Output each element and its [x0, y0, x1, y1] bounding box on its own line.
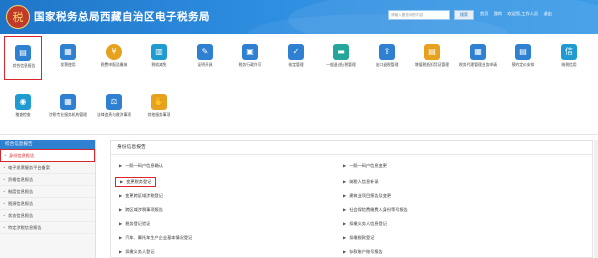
welcome-text: 欢迎您,工作人员: [507, 11, 539, 16]
triangle-right-icon: ▶: [119, 207, 123, 212]
menu-tile-certificate[interactable]: ✎ 证明开具: [186, 36, 224, 80]
handshake-icon: ✋: [151, 94, 167, 110]
top-links: 首页 我的 欢迎您,工作人员 退出: [480, 11, 556, 17]
list-item[interactable]: ▶ 变更跨区域涉税登记: [119, 193, 163, 199]
triangle-right-icon: ▶: [119, 221, 123, 226]
agent-icon: ▦: [470, 44, 486, 60]
menu-tile-reduction[interactable]: ▥ 税收减免: [140, 36, 178, 80]
list-item[interactable]: ▶ 建筑业项目报告及变更: [343, 193, 391, 199]
scrollbar[interactable]: [594, 140, 598, 258]
list-item[interactable]: ▶ 汽车、摩托车生产企业基本情况登记: [119, 235, 192, 241]
permit-icon: ▣: [242, 44, 258, 60]
list-item[interactable]: ▶ 跨区域涉税事项报告: [119, 207, 163, 213]
credit-icon: 信: [561, 44, 577, 60]
menu-tile-verify[interactable]: ✓ 核定管理: [277, 36, 315, 80]
triangle-right-icon: ▶: [119, 235, 123, 240]
sidebar-title: 综合信息报告: [0, 140, 95, 149]
triangle-right-icon: ▶: [120, 179, 124, 184]
list-item[interactable]: ▶ 社会保险费缴费人身份等号报告: [343, 207, 408, 213]
inspect-icon: ◉: [15, 94, 31, 110]
sidebar-item-system[interactable]: 制度信息报告: [0, 186, 95, 198]
sidebar-item-identity[interactable]: 身份信息报告: [0, 149, 95, 162]
triangle-right-icon: ▶: [343, 163, 347, 168]
mine-link[interactable]: 我的: [494, 11, 502, 16]
export-icon: ⇪: [379, 44, 395, 60]
list-item[interactable]: ▶ 一照一码户信息变更: [343, 163, 387, 169]
triangle-right-icon: ▶: [343, 249, 347, 254]
change-registration-link[interactable]: ▶ 变更税务登记: [115, 177, 157, 187]
menu-tile-inspect[interactable]: ◉ 稽查检查: [4, 86, 42, 130]
sidebar-item-specific[interactable]: 特定涉税信息报告: [0, 222, 95, 234]
invoice-icon: ▦: [60, 44, 76, 60]
function-menu: ▤ 综合信息报告 ▦ 发票使用 ¥ 税费申报及缴纳 ▥ 税收减免 ✎ 证明开具 …: [0, 34, 598, 135]
menu-tile-permit[interactable]: ▣ 税务行政许可: [231, 36, 269, 80]
content-panel: 身份信息报告 ▶ 一照一码户信息确认 ▶ 变更税务登记 ▶ 变更跨区域涉税登记 ▶ 跨区…: [110, 140, 593, 258]
menu-tile-other[interactable]: ✋ 其他服务事项: [140, 86, 178, 130]
document-icon: ▤: [15, 45, 31, 61]
triangle-right-icon: ▶: [119, 193, 123, 198]
law-icon: ⚖: [106, 94, 122, 110]
refund-icon: ▬: [333, 44, 349, 60]
reduction-icon: ▥: [151, 44, 167, 60]
menu-tile-invoice[interactable]: ▦ 发票使用: [49, 36, 87, 80]
sidebar-item-e-invoice[interactable]: 电子发票服务平台备案: [0, 162, 95, 174]
voucher-icon: ▤: [424, 44, 440, 60]
list-item[interactable]: ▶ 存款账户账号报告: [343, 249, 383, 255]
triangle-right-icon: ▶: [343, 221, 347, 226]
site-title: 国家税务总局西藏自治区电子税务局: [34, 11, 210, 23]
panel-title: 身份信息报告: [111, 141, 592, 155]
menu-tile-credit[interactable]: 信 纳税信用: [550, 36, 588, 80]
tax-coin-icon: ¥: [106, 44, 122, 60]
service-icon: ▦: [60, 94, 76, 110]
tax-logo-icon: 税: [6, 5, 30, 29]
pricing-icon: ▤: [515, 44, 531, 60]
list-item[interactable]: ▶ 扣缴义务人信息登记: [343, 221, 387, 227]
sidebar-item-qualification[interactable]: 资格信息报告: [0, 174, 95, 186]
menu-tile-export[interactable]: ⇪ 出口退税管理: [368, 36, 406, 80]
menu-tile-info-report[interactable]: ▤ 综合信息报告: [4, 36, 42, 80]
list-item[interactable]: ▶ 扣缴税款登记: [343, 235, 374, 241]
triangle-right-icon: ▶: [119, 163, 123, 168]
logout-link[interactable]: 退出: [543, 11, 551, 16]
menu-tile-pricing[interactable]: ▤ 预约定价安排: [504, 36, 542, 80]
home-link[interactable]: 首页: [480, 11, 488, 16]
triangle-right-icon: ▶: [119, 249, 123, 254]
list-item[interactable]: ▶ 纳税人信息补录: [343, 179, 379, 185]
search-input[interactable]: 请输入要查询的内容: [388, 10, 450, 20]
triangle-right-icon: ▶: [343, 235, 347, 240]
menu-tile-agent[interactable]: ▦ 税务代理管理业务申请: [459, 36, 497, 80]
menu-tile-voucher[interactable]: ▤ 增值税抵扣凭证管理: [413, 36, 451, 80]
triangle-right-icon: ▶: [343, 193, 347, 198]
verify-icon: ✓: [288, 44, 304, 60]
menu-tile-refund[interactable]: ▬ 一般退(抵)税管理: [322, 36, 360, 80]
triangle-right-icon: ▶: [343, 207, 347, 212]
list-item[interactable]: ▶ 税务登记验证: [119, 221, 150, 227]
menu-tile-service[interactable]: ▦ 涉税专业服务机构管理: [49, 86, 87, 130]
menu-tile-tax-declare[interactable]: ¥ 税费申报及缴纳: [95, 36, 133, 80]
menu-tile-law[interactable]: ⚖ 法律追责与救济事项: [95, 86, 133, 130]
list-item[interactable]: ▶ 扣缴义务人登记: [119, 249, 155, 255]
certificate-icon: ✎: [197, 44, 213, 60]
search-button[interactable]: 搜索: [454, 10, 474, 20]
list-item[interactable]: ▶ 一照一码户信息确认: [119, 163, 163, 169]
triangle-right-icon: ▶: [343, 179, 347, 184]
sidebar-item-status[interactable]: 状态信息报告: [0, 210, 95, 222]
sidebar: 综合信息报告 身份信息报告 电子发票服务平台备案 资格信息报告 制度信息报告 税…: [0, 140, 96, 258]
header: 税 国家税务总局西藏自治区电子税务局 请输入要查询的内容 搜索 首页 我的 欢迎…: [0, 0, 598, 34]
sidebar-item-tax-source[interactable]: 税源信息报告: [0, 198, 95, 210]
